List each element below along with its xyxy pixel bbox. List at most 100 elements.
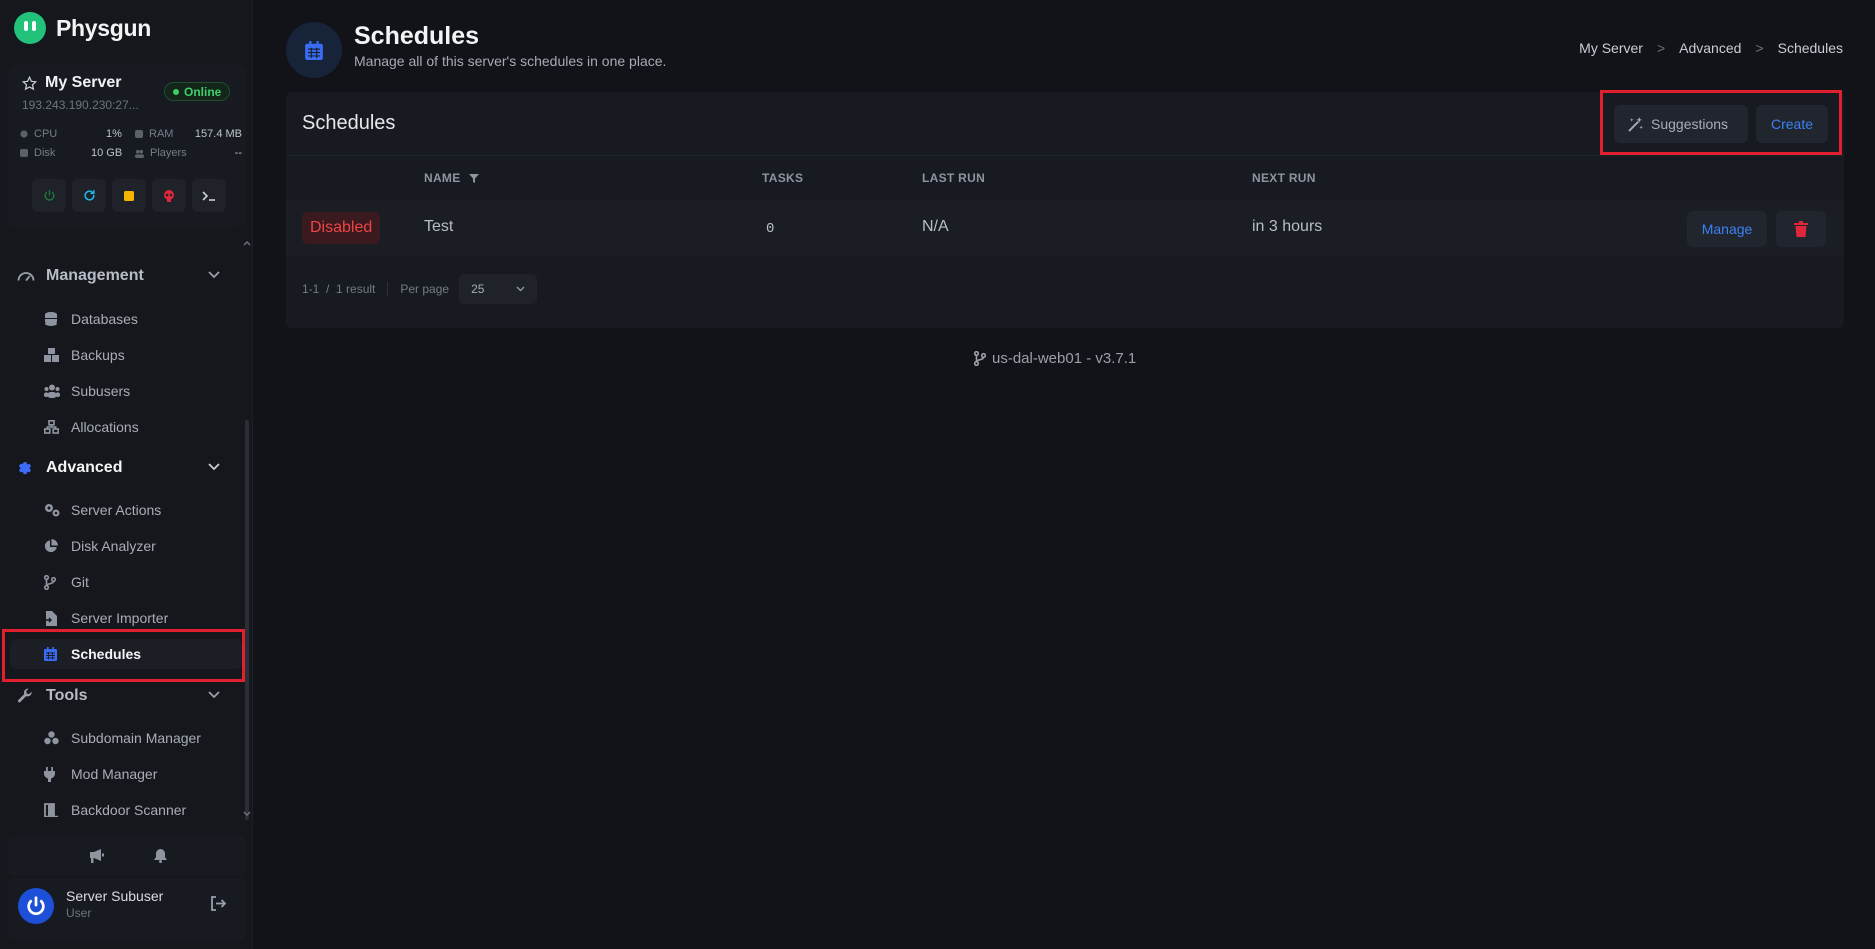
kill-button[interactable] — [152, 179, 186, 212]
start-button[interactable] — [32, 179, 66, 212]
per-page-value: 25 — [471, 282, 485, 296]
cubes-icon — [44, 731, 59, 745]
sidebar-item-databases[interactable]: Databases — [10, 304, 242, 334]
breadcrumb-item-current: Schedules — [1777, 40, 1843, 56]
chevron-down-icon — [516, 286, 525, 292]
version-text: us-dal-web01 - v3.7.1 — [992, 350, 1137, 367]
players-icon — [135, 149, 144, 158]
schedule-tasks: 0 — [766, 221, 775, 237]
calendar-icon — [305, 40, 323, 60]
git-branch-icon — [44, 575, 56, 590]
megaphone-icon[interactable] — [88, 849, 104, 863]
sidebar-item-schedules[interactable]: Schedules — [10, 639, 242, 669]
console-button[interactable] — [192, 179, 226, 212]
manage-button[interactable]: Manage — [1687, 211, 1767, 247]
table-row[interactable]: Disabled Test 0 N/A in 3 hours Manage — [286, 200, 1844, 256]
sidebar-item-label: Databases — [71, 311, 138, 327]
sidebar-item-label: Schedules — [71, 646, 142, 662]
wrench-icon — [17, 688, 33, 704]
user-card: Server Subuser User — [8, 878, 246, 940]
server-ip[interactable]: 193.243.190.230:27... — [22, 98, 139, 112]
disk-value: 10 GB — [91, 147, 123, 159]
trash-icon — [1794, 221, 1808, 237]
sidebar-item-server-actions[interactable]: Server Actions — [10, 495, 242, 525]
nav-section-label: Management — [46, 267, 144, 284]
cpu-label: CPU — [34, 128, 58, 140]
bell-icon[interactable] — [153, 849, 167, 863]
create-button[interactable]: Create — [1756, 105, 1828, 143]
server-card: My Server Online 193.243.190.230:27... C… — [8, 64, 246, 227]
physgun-logo-icon — [14, 12, 46, 44]
breadcrumb: My Server > Advanced > Schedules — [1579, 40, 1843, 56]
stop-icon — [124, 190, 134, 201]
sidebar-item-label: Server Importer — [71, 610, 169, 626]
nav-section-management[interactable]: Management — [8, 259, 240, 293]
sidebar-item-label: Subdomain Manager — [71, 730, 201, 746]
sidebar-item-backups[interactable]: Backups — [10, 340, 242, 370]
restart-button[interactable] — [72, 179, 106, 212]
cpu-value: 1% — [106, 128, 122, 140]
status-badge: Online — [164, 82, 231, 101]
breadcrumb-item[interactable]: My Server — [1579, 40, 1643, 56]
schedule-next-run: in 3 hours — [1252, 218, 1323, 235]
sidebar-item-subdomain-manager[interactable]: Subdomain Manager — [10, 723, 242, 753]
power-icon — [25, 895, 47, 917]
sidebar-item-backdoor-scanner[interactable]: Backdoor Scanner — [10, 795, 242, 825]
pagination: 1-1 / 1 result Per page 25 — [302, 274, 538, 304]
per-page-select[interactable]: 25 — [459, 274, 538, 304]
star-icon[interactable] — [22, 75, 37, 91]
column-header-last-run: LAST RUN — [922, 171, 986, 185]
sidebar-item-label: Backups — [71, 347, 125, 363]
sidebar-item-label: Mod Manager — [71, 766, 158, 782]
restart-icon — [83, 189, 96, 202]
scroll-down-icon[interactable] — [243, 811, 251, 817]
ram-icon — [135, 130, 143, 138]
users-icon — [44, 384, 60, 398]
suggestions-button[interactable]: Suggestions — [1614, 105, 1748, 143]
sidebar-item-mod-manager[interactable]: Mod Manager — [10, 759, 242, 789]
status-text: Online — [184, 84, 222, 99]
status-badge: Disabled — [302, 212, 381, 244]
column-header-name[interactable]: NAME — [424, 171, 479, 185]
sidebar-item-label: Subusers — [71, 383, 131, 399]
gauge-icon — [17, 268, 35, 284]
delete-button[interactable] — [1776, 211, 1826, 247]
door-icon — [44, 803, 58, 817]
power-controls — [32, 179, 226, 212]
column-header-tasks: TASKS — [762, 171, 804, 185]
sidebar-item-git[interactable]: Git — [10, 567, 242, 597]
sidebar-scrollbar[interactable] — [245, 420, 249, 820]
sidebar-item-server-importer[interactable]: Server Importer — [10, 603, 242, 633]
per-page-label: Per page — [400, 282, 450, 296]
terminal-icon — [202, 190, 216, 202]
breadcrumb-separator: > — [1755, 40, 1764, 56]
page-subtitle: Manage all of this server's schedules in… — [354, 53, 667, 69]
logout-icon[interactable] — [210, 896, 226, 911]
breadcrumb-item[interactable]: Advanced — [1679, 40, 1741, 56]
nav-section-label: Advanced — [46, 459, 123, 476]
calendar-icon — [44, 647, 57, 661]
nav-section-advanced[interactable]: Advanced — [8, 451, 240, 485]
ram-label: RAM — [149, 128, 174, 140]
chevron-down-icon — [208, 691, 220, 699]
plug-icon — [44, 767, 55, 782]
filter-icon[interactable] — [468, 173, 479, 183]
pie-chart-icon — [44, 539, 58, 553]
disk-icon — [20, 149, 28, 157]
scroll-up-icon[interactable] — [243, 240, 251, 246]
sidebar-item-disk-analyzer[interactable]: Disk Analyzer — [10, 531, 242, 561]
column-header-label: NAME — [424, 171, 461, 185]
players-label: Players — [150, 147, 187, 159]
boxes-icon — [44, 348, 59, 362]
sidebar-item-subusers[interactable]: Subusers — [10, 376, 242, 406]
brand[interactable]: Physgun — [14, 12, 151, 44]
sidebar-item-allocations[interactable]: Allocations — [10, 412, 242, 442]
page-icon — [286, 22, 342, 78]
avatar[interactable] — [18, 888, 54, 924]
sidebar-utility-bar — [8, 836, 246, 876]
disk-label: Disk — [34, 147, 56, 159]
user-role: User — [66, 906, 92, 920]
stop-button[interactable] — [112, 179, 146, 212]
nav-section-tools[interactable]: Tools — [8, 679, 240, 713]
status-dot-icon — [173, 88, 179, 95]
